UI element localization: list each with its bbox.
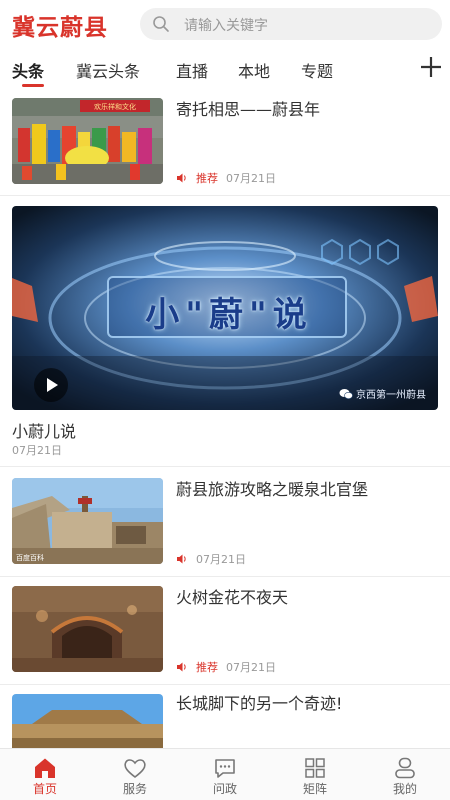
svg-text:欢乐祥和文化: 欢乐祥和文化 [94, 102, 136, 111]
nav-label: 首页 [32, 782, 57, 796]
divider [0, 466, 450, 467]
play-button[interactable] [34, 368, 68, 402]
video-meta: 07月21日 [12, 442, 62, 458]
nav-home[interactable]: 首页 [0, 749, 90, 800]
article-title[interactable]: 火树金花不夜天 [176, 584, 288, 608]
publish-date: 07月21日 [12, 444, 62, 457]
home-icon [35, 758, 55, 778]
nav-inquiry[interactable]: 问政 [180, 749, 270, 800]
user-icon [395, 757, 415, 779]
active-tab-indicator [22, 84, 44, 87]
article-thumbnail [12, 694, 163, 748]
nav-service[interactable]: 服务 [90, 749, 180, 800]
nav-label: 问政 [212, 782, 237, 796]
list-item[interactable]: 火树金花不夜天 推荐 07月21日 [0, 578, 450, 684]
article-thumbnail [12, 586, 163, 672]
nav-label: 我的 [392, 782, 417, 796]
list-item[interactable]: 长城脚下的另一个奇迹! [0, 686, 450, 748]
app-logo: 冀云蔚县 [12, 15, 108, 41]
search-placeholder: 请输入关键字 [184, 18, 268, 34]
tab-jiyun-headlines[interactable]: 冀云头条 [76, 58, 140, 82]
heart-icon [124, 759, 146, 779]
news-feed: 欢乐祥和文化 寄托相思——蔚县年 推荐 07月21日 小"蔚"说 京西第一州蔚县… [0, 92, 450, 748]
video-item[interactable]: 小"蔚"说 京西第一州蔚县 小蔚儿说 07月21日 [0, 196, 450, 464]
article-meta: 07月21日 [176, 551, 246, 567]
divider [0, 576, 450, 577]
video-caption[interactable]: 小蔚儿说 [12, 418, 76, 442]
article-thumbnail: 百度百科 [12, 478, 163, 564]
tab-headlines[interactable]: 头条 [12, 58, 44, 82]
tab-special[interactable]: 专题 [301, 58, 333, 82]
list-item[interactable]: 百度百科 蔚县旅游攻略之暖泉北官堡 07月21日 [0, 468, 450, 574]
video-watermark: 京西第一州蔚县 [339, 386, 426, 401]
svg-text:百度百科: 百度百科 [16, 553, 44, 562]
publish-date: 07月21日 [196, 553, 246, 566]
header: 冀云蔚县 请输入关键字 [0, 0, 450, 50]
tab-live[interactable]: 直播 [176, 58, 208, 82]
speaker-icon[interactable] [176, 172, 188, 184]
tab-local[interactable]: 本地 [238, 58, 270, 82]
channel-tabs: 头条 冀云头条 直播 本地 专题 [0, 52, 450, 92]
add-channel-icon[interactable] [418, 54, 444, 80]
nav-label: 服务 [122, 782, 147, 796]
article-title[interactable]: 长城脚下的另一个奇迹! [176, 690, 342, 714]
video-cover[interactable]: 小"蔚"说 京西第一州蔚县 [12, 206, 438, 410]
recommend-tag: 推荐 [196, 661, 218, 674]
speaker-icon[interactable] [176, 661, 188, 673]
list-item[interactable]: 欢乐祥和文化 寄托相思——蔚县年 推荐 07月21日 [0, 92, 450, 192]
publish-date: 07月21日 [226, 661, 276, 674]
article-thumbnail: 欢乐祥和文化 [12, 98, 163, 184]
recommend-tag: 推荐 [196, 172, 218, 185]
grid-icon [305, 758, 325, 778]
nav-matrix[interactable]: 矩阵 [270, 749, 360, 800]
divider [0, 684, 450, 685]
speaker-icon[interactable] [176, 553, 188, 565]
article-title[interactable]: 蔚县旅游攻略之暖泉北官堡 [176, 476, 368, 500]
article-meta: 推荐 07月21日 [176, 170, 276, 186]
video-title-frame: 小"蔚"说 [107, 276, 347, 338]
article-meta: 推荐 07月21日 [176, 659, 276, 675]
search-icon [153, 16, 169, 32]
video-title: 小"蔚"说 [145, 295, 313, 335]
wechat-icon [339, 388, 353, 399]
bottom-nav: 首页 服务 问政 矩阵 我的 [0, 748, 450, 800]
nav-label: 矩阵 [302, 782, 327, 796]
publish-date: 07月21日 [226, 172, 276, 185]
article-title[interactable]: 寄托相思——蔚县年 [176, 96, 320, 120]
search-bar[interactable]: 请输入关键字 [140, 8, 442, 40]
nav-mine[interactable]: 我的 [360, 749, 450, 800]
chat-icon [215, 759, 235, 778]
